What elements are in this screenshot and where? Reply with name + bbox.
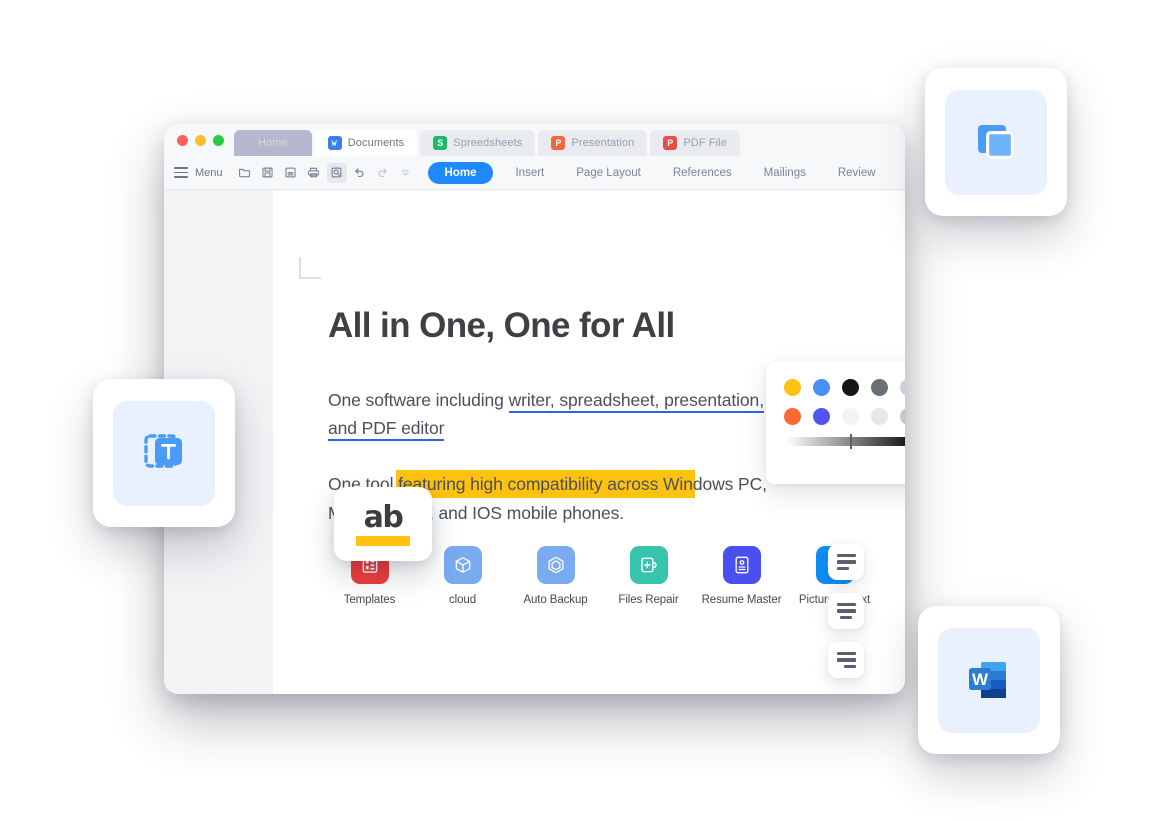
textbox-tool-card[interactable]	[93, 379, 235, 527]
paragraph2-tail: dows PC,	[692, 474, 767, 495]
ab-highlight-icon: ab	[363, 499, 404, 535]
word-file-card[interactable]: W	[918, 606, 1060, 754]
presentation-icon: P	[551, 136, 566, 150]
file-tab-label: Spreedsheets	[453, 137, 523, 149]
align-center-button[interactable]	[828, 593, 864, 629]
copy-tool-card[interactable]	[925, 68, 1067, 216]
ribbon-toolbar: Menu PDF Home Insert Page Layout Referen…	[164, 156, 905, 190]
undo-icon[interactable]	[350, 163, 370, 183]
color-swatch-amber[interactable]	[783, 379, 801, 396]
cloud-box-icon	[443, 546, 482, 584]
pdf-icon: P	[663, 136, 678, 150]
file-tab-label: Documents	[347, 137, 405, 149]
svg-text:W: W	[972, 670, 989, 689]
ribbon-tab-references[interactable]: References	[657, 167, 748, 179]
file-tab-documents[interactable]: Documents	[314, 130, 418, 156]
file-tab-pdf[interactable]: P PDF File	[650, 130, 740, 156]
word-doc-icon	[327, 136, 342, 150]
menu-label[interactable]: Menu	[195, 167, 223, 179]
margin-corner-marker	[299, 257, 321, 279]
file-tab-strip: Home Documents S Spreedsheets P Presenta…	[234, 124, 740, 156]
ribbon-tab-review[interactable]: Review	[822, 167, 892, 179]
more-chevron-icon[interactable]	[396, 163, 416, 183]
text-box-icon	[144, 434, 182, 468]
palette-row-1	[766, 379, 905, 396]
ribbon-tab-list: Home Insert Page Layout References Maili…	[427, 161, 905, 184]
file-tab-label: Home	[258, 137, 288, 149]
align-left-button[interactable]	[828, 544, 864, 580]
minimize-window-button[interactable]	[195, 134, 206, 146]
brightness-gradient-slider[interactable]	[787, 434, 905, 449]
file-tab-spreadsheets[interactable]: S Spreedsheets	[420, 130, 536, 156]
paragraph2-highlight: featuring high compatibility across Win	[398, 472, 693, 497]
redo-icon[interactable]	[373, 163, 393, 183]
color-swatch-pale-gray[interactable]	[870, 408, 888, 425]
spreadsheet-icon: S	[433, 136, 448, 150]
quick-access-toolbar: PDF	[235, 162, 416, 183]
color-swatch-light-gray[interactable]	[899, 379, 905, 396]
feature-label: cloud	[449, 594, 476, 606]
textbox-icon-plate	[113, 400, 215, 506]
copy-duplicate-icon	[978, 125, 1014, 159]
maximize-window-button[interactable]	[213, 134, 224, 146]
palette-row-2	[766, 408, 905, 425]
ribbon-tab-view[interactable]: View	[892, 167, 905, 179]
microsoft-word-icon: W	[969, 662, 1006, 698]
print-icon[interactable]	[304, 163, 324, 183]
color-swatch-mid-gray[interactable]	[899, 408, 905, 425]
ribbon-tab-page-layout[interactable]: Page Layout	[560, 167, 657, 179]
window-title-bar: Home Documents S Spreedsheets P Presenta…	[164, 124, 905, 156]
hamburger-menu-icon[interactable]	[174, 167, 188, 178]
gradient-slider-knob[interactable]	[850, 434, 852, 449]
app-window: Home Documents S Spreedsheets P Presenta…	[164, 124, 905, 694]
ribbon-tab-insert[interactable]: Insert	[499, 167, 560, 179]
svg-text:PDF: PDF	[288, 172, 294, 176]
paragraph1-underlined: writer, spreadsheet, presentation,	[508, 389, 764, 413]
file-tab-home[interactable]: Home	[234, 130, 312, 156]
color-swatch-indigo[interactable]	[812, 408, 830, 425]
highlight-color-bar	[356, 535, 410, 546]
alignment-button-stack	[828, 544, 864, 691]
copy-icon-plate	[945, 89, 1047, 195]
file-tab-presentation[interactable]: P Presentation	[538, 130, 648, 156]
document-canvas: All in One, One for All One software inc…	[164, 191, 905, 694]
color-swatch-black[interactable]	[841, 379, 859, 396]
feature-label: Templates	[343, 594, 396, 606]
feature-label: Files Repair	[618, 594, 679, 606]
color-swatch-dark-gray[interactable]	[870, 379, 888, 396]
ribbon-tab-mailings[interactable]: Mailings	[748, 167, 822, 179]
screenshot-stage: Home Documents S Spreedsheets P Presenta…	[0, 0, 1160, 821]
color-swatch-near-white[interactable]	[841, 408, 859, 425]
resume-master-icon	[722, 546, 761, 584]
feature-resume-master[interactable]: Resume Master	[695, 546, 788, 606]
feature-label: Auto Backup	[523, 594, 588, 606]
document-heading: All in One, One for All	[328, 306, 675, 345]
align-right-button[interactable]	[828, 642, 864, 678]
file-tab-label: PDF File	[683, 137, 727, 149]
close-window-button[interactable]	[177, 134, 188, 146]
paragraph1-underlined-line2: and PDF editor	[328, 418, 444, 442]
file-tab-label: Presentation	[571, 137, 635, 149]
save-as-pdf-icon[interactable]: PDF	[281, 163, 301, 183]
word-icon-plate: W	[938, 627, 1040, 733]
auto-backup-icon	[536, 546, 575, 584]
paragraph1-lead: One software including	[328, 389, 509, 410]
color-palette-panel[interactable]	[766, 362, 905, 484]
feature-files-repair[interactable]: Files Repair	[602, 546, 695, 606]
ribbon-tab-home[interactable]: Home	[427, 161, 494, 184]
save-icon[interactable]	[258, 163, 278, 183]
feature-label: Resume Master	[701, 594, 782, 606]
print-preview-icon[interactable]	[326, 162, 347, 183]
color-swatch-orange[interactable]	[783, 408, 801, 425]
color-swatch-blue[interactable]	[812, 379, 830, 396]
highlighter-card[interactable]: ab	[334, 487, 432, 561]
traffic-light-group	[172, 124, 234, 156]
feature-auto-backup[interactable]: Auto Backup	[509, 546, 602, 606]
files-repair-icon	[629, 546, 668, 584]
open-folder-icon[interactable]	[235, 163, 255, 183]
